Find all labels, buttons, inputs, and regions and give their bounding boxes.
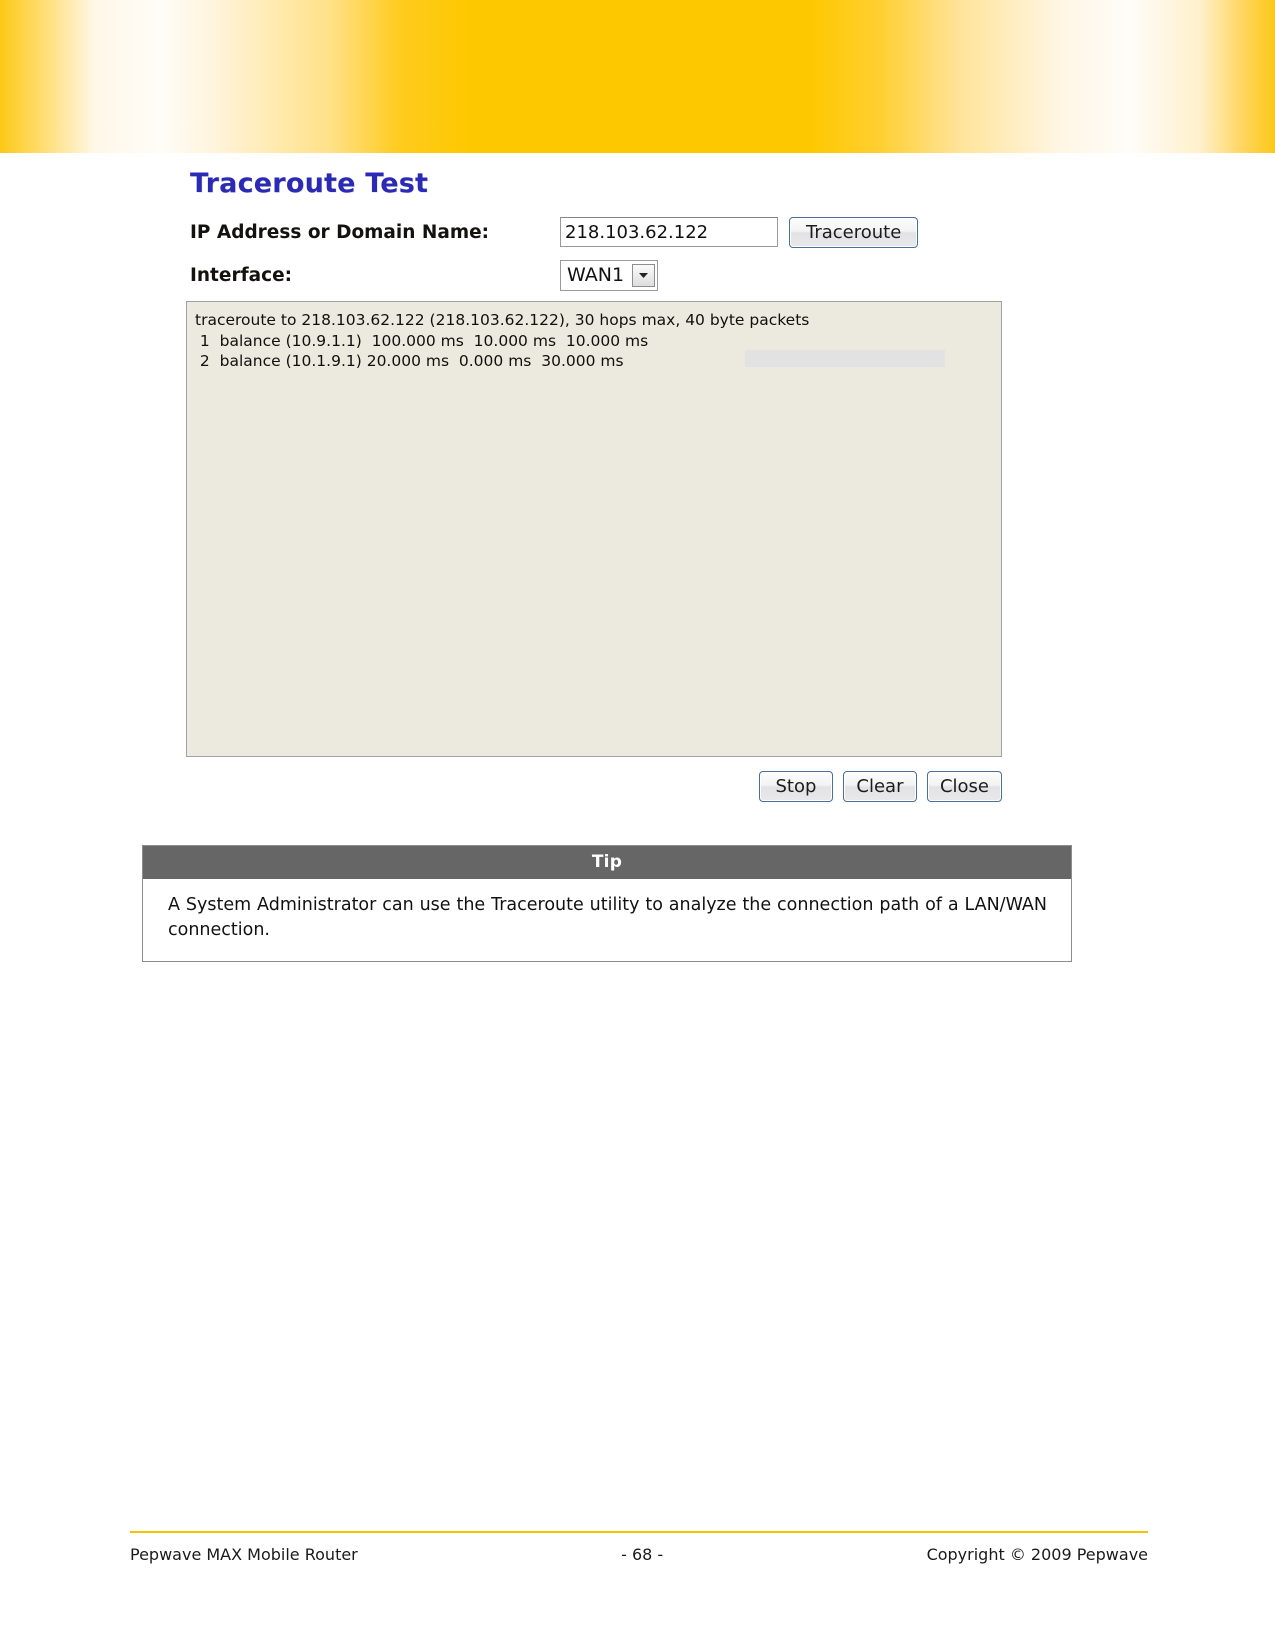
traceroute-test-panel: Traceroute Test IP Address or Domain Nam… [186, 168, 1006, 802]
chevron-down-icon[interactable] [632, 263, 656, 287]
interface-select[interactable]: WAN1 [560, 259, 659, 291]
console-line: 1 balance (10.9.1.1) 100.000 ms 10.000 m… [195, 331, 649, 350]
console-line: traceroute to 218.103.62.122 (218.103.62… [195, 311, 810, 329]
stop-button[interactable]: Stop [758, 771, 833, 802]
interface-field-row: Interface: WAN1 [186, 258, 1006, 292]
host-field-row: IP Address or Domain Name: Traceroute [186, 215, 1006, 249]
clear-button[interactable]: Clear [842, 771, 917, 802]
footer-product-name: Pepwave MAX Mobile Router [130, 1545, 358, 1564]
page-title: Traceroute Test [190, 168, 429, 199]
traceroute-button[interactable]: Traceroute [789, 216, 919, 248]
interface-select-value: WAN1 [567, 264, 625, 286]
footer-page-number: - 68 - [621, 1545, 664, 1564]
footer-copyright: Copyright © 2009 Pepwave [926, 1545, 1148, 1564]
console-action-bar: Stop Clear Close [186, 771, 1002, 802]
console-line: 2 balance (10.1.9.1) 20.000 ms 0.000 ms … [195, 352, 624, 370]
tip-box-body: A System Administrator can use the Trace… [168, 895, 1047, 940]
tip-box-header: Tip [143, 846, 1071, 879]
tip-box: Tip A System Administrator can use the T… [142, 845, 1072, 962]
close-button[interactable]: Close [926, 771, 1002, 802]
host-input[interactable] [560, 217, 778, 247]
page-top-banner [0, 0, 1275, 153]
host-field-label: IP Address or Domain Name: [190, 221, 490, 243]
footer-divider [130, 1531, 1148, 1533]
page-footer: Pepwave MAX Mobile Router - 68 - Copyrig… [130, 1545, 1148, 1564]
interface-field-label: Interface: [190, 264, 293, 286]
traceroute-output-console[interactable]: traceroute to 218.103.62.122 (218.103.62… [186, 301, 1002, 757]
